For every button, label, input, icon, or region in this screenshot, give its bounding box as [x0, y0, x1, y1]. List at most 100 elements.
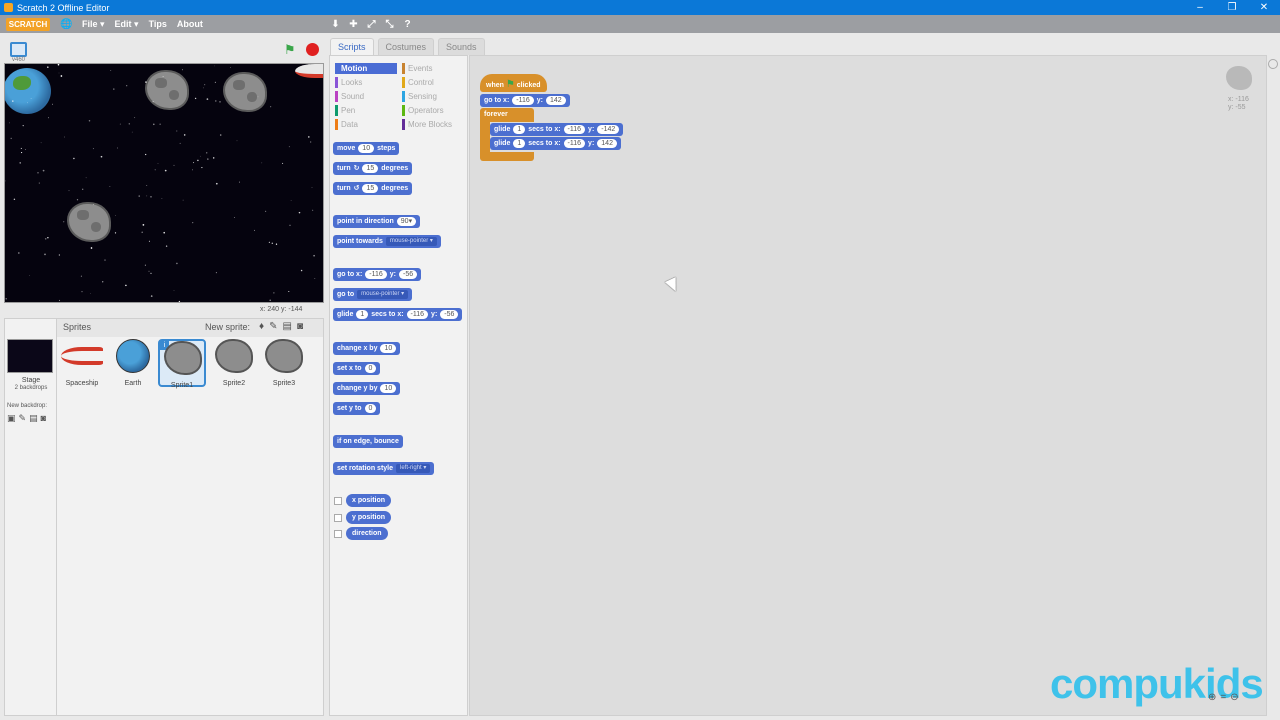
block-change-x[interactable]: change x by 10 [333, 342, 401, 355]
sprite-tile-spaceship[interactable]: Spaceship [58, 339, 106, 387]
grow-icon[interactable]: ⤢ [366, 19, 377, 30]
upload-sprite-icon[interactable]: ▤ [283, 321, 292, 332]
block-input[interactable]: -116 [365, 270, 387, 279]
fullscreen-icon[interactable] [10, 42, 27, 57]
block-input[interactable]: -116 [563, 125, 586, 134]
menu-about[interactable]: About [177, 19, 203, 29]
zoom-reset-icon[interactable]: = [1220, 692, 1226, 703]
tab-sounds[interactable]: Sounds [438, 38, 485, 55]
block-input[interactable]: 142 [597, 139, 617, 148]
block-input[interactable]: -56 [399, 270, 418, 279]
block-input[interactable]: 15 [362, 164, 379, 173]
category-control[interactable]: Control [402, 77, 464, 88]
script-glide-2[interactable]: glide 1 secs to x: -116 y: 142 [490, 137, 621, 150]
stop-icon[interactable] [306, 43, 319, 56]
when-flag-clicked-block[interactable]: when ⚑ clicked [480, 74, 547, 92]
block-dropdown[interactable]: mouse-pointer ▾ [357, 290, 409, 299]
block-turn-right[interactable]: turn ↻ 15 degrees [333, 162, 413, 175]
block-move-steps[interactable]: move 10 steps [333, 142, 400, 155]
category-pen[interactable]: Pen [335, 105, 397, 116]
checkbox-x-position[interactable] [334, 497, 342, 505]
block-input[interactable]: -116 [563, 139, 586, 148]
category-sound[interactable]: Sound [335, 91, 397, 102]
block-input[interactable]: -142 [597, 125, 620, 134]
stage[interactable] [4, 63, 324, 303]
block-input[interactable]: 90▾ [396, 217, 417, 226]
green-flag-icon[interactable]: ⚑ [284, 43, 297, 56]
sprite-tile-sprite2[interactable]: Sprite2 [210, 339, 258, 387]
paint-sprite-icon[interactable]: ✎ [269, 321, 277, 332]
checkbox-direction[interactable] [334, 530, 342, 538]
paint-backdrop-icon[interactable]: ✎ [19, 413, 27, 424]
script-glide-1[interactable]: glide 1 secs to x: -116 y: -142 [490, 123, 624, 136]
block-set-x[interactable]: set x to 0 [333, 362, 381, 375]
delete-icon[interactable]: ✚ [348, 19, 359, 30]
block-go-to-xy[interactable]: go to x: -116 y: -56 [333, 268, 422, 281]
category-events[interactable]: Events [402, 63, 464, 74]
block-set-y[interactable]: set y to 0 [333, 402, 381, 415]
block-dropdown[interactable]: left-right ▾ [396, 464, 431, 473]
block-turn-left[interactable]: turn ↺ 15 degrees [333, 182, 413, 195]
category-sensing[interactable]: Sensing [402, 91, 464, 102]
language-globe-icon[interactable]: 🌐 [60, 19, 72, 30]
reporter-direction[interactable]: direction [346, 527, 388, 540]
block-input[interactable]: 15 [362, 184, 379, 193]
maximize-button[interactable]: ❐ [1216, 0, 1248, 15]
block-input[interactable]: 10 [358, 144, 375, 153]
forever-block[interactable]: forever [480, 108, 534, 122]
block-input[interactable]: 1 [356, 310, 369, 319]
block-input[interactable]: 0 [364, 404, 377, 413]
reporter-y-position[interactable]: y position [346, 511, 392, 524]
sprite-tile-sprite1[interactable]: i Sprite1 [158, 339, 206, 389]
camera-sprite-icon[interactable]: ◙ [297, 321, 303, 332]
block-input[interactable]: 142 [546, 96, 566, 105]
help-circle-icon[interactable] [1268, 59, 1278, 69]
sprite-tile-sprite3[interactable]: Sprite3 [260, 339, 308, 387]
checkbox-y-position[interactable] [334, 514, 342, 522]
block-set-rotation-style[interactable]: set rotation style left-right ▾ [333, 462, 435, 475]
block-input[interactable]: -116 [406, 310, 429, 319]
stage-thumbnail[interactable] [7, 339, 53, 373]
zoom-in-icon[interactable]: ⊕ [1208, 692, 1216, 703]
camera-backdrop-icon[interactable]: ◙ [41, 413, 46, 424]
menu-tips[interactable]: Tips [149, 19, 167, 29]
menu-edit[interactable]: Edit ▾ [115, 19, 139, 30]
close-button[interactable]: ✕ [1248, 0, 1280, 15]
scripts-area[interactable]: when ⚑ clicked go to x: -116 y: 142 fore… [469, 55, 1267, 716]
library-backdrop-icon[interactable]: ▣ [7, 413, 16, 424]
sprite-tile-earth[interactable]: Earth [109, 339, 157, 387]
block-glide[interactable]: glide 1 secs to x: -116 y: -56 [333, 308, 463, 321]
upload-backdrop-icon[interactable]: ▤ [29, 413, 38, 424]
tab-costumes[interactable]: Costumes [377, 38, 435, 55]
block-text: turn [337, 165, 351, 172]
library-sprite-icon[interactable]: ♦ [259, 321, 264, 332]
block-change-y[interactable]: change y by 10 [333, 382, 401, 395]
block-go-to[interactable]: go to mouse-pointer ▾ [333, 288, 413, 301]
block-input[interactable]: 10 [380, 384, 397, 393]
tab-scripts[interactable]: Scripts [330, 38, 374, 55]
scratch-logo[interactable]: SCRATCH [6, 17, 50, 31]
category-operators[interactable]: Operators [402, 105, 464, 116]
block-dropdown[interactable]: mouse-pointer ▾ [385, 237, 437, 246]
shrink-icon[interactable]: ⤡ [384, 19, 395, 30]
block-point-towards[interactable]: point towards mouse-pointer ▾ [333, 235, 441, 248]
category-motion[interactable]: Motion [335, 63, 397, 74]
block-if-on-edge-bounce[interactable]: if on edge, bounce [333, 435, 403, 448]
block-input[interactable]: -116 [512, 96, 534, 105]
help-icon[interactable]: ? [402, 19, 413, 30]
script-go-to-xy[interactable]: go to x: -116 y: 142 [480, 94, 570, 107]
menu-file[interactable]: File ▾ [82, 19, 105, 30]
block-input[interactable]: 0 [364, 364, 377, 373]
duplicate-icon[interactable]: ⬇ [330, 19, 341, 30]
reporter-x-position[interactable]: x position [346, 494, 392, 507]
block-input[interactable]: 1 [513, 125, 526, 134]
block-input[interactable]: 10 [380, 344, 397, 353]
zoom-out-icon[interactable]: ⊖ [1230, 692, 1238, 703]
category-looks[interactable]: Looks [335, 77, 397, 88]
category-data[interactable]: Data [335, 119, 397, 130]
block-point-in-direction[interactable]: point in direction 90▾ [333, 215, 421, 228]
block-input[interactable]: 1 [513, 139, 526, 148]
minimize-button[interactable]: – [1184, 0, 1216, 15]
block-input[interactable]: -56 [440, 310, 459, 319]
category-more-blocks[interactable]: More Blocks [402, 119, 464, 130]
